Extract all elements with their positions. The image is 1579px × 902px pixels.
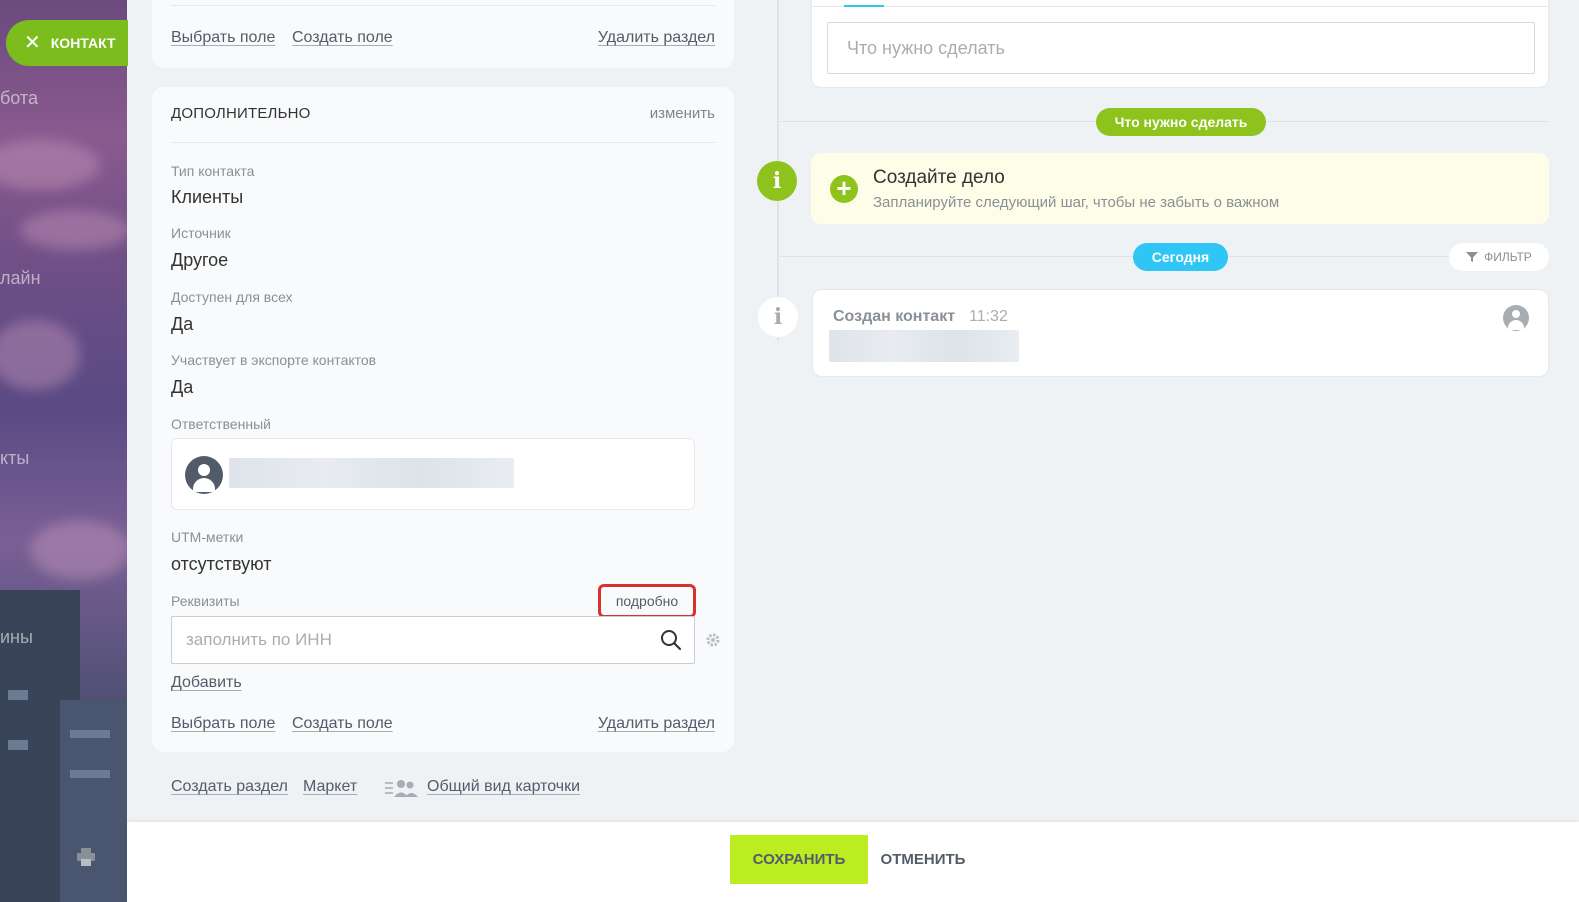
- details-button[interactable]: подробно: [598, 584, 696, 618]
- contact-button-label: КОНТАКТ: [50, 35, 116, 51]
- utm-label: UTM-метки: [171, 529, 244, 545]
- cloud-shape: [0, 140, 100, 190]
- event-title: Создан контакт: [833, 308, 956, 325]
- utm-value: отсутствуют: [171, 554, 272, 574]
- sidebar-fragment[interactable]: кты: [0, 448, 29, 469]
- blurred-contact-name: [829, 330, 1019, 362]
- card-view-icon[interactable]: [385, 779, 419, 799]
- save-button[interactable]: СОХРАНИТЬ: [730, 835, 868, 884]
- background-strip: бота лайн кты ины: [0, 0, 127, 902]
- sidebar-fragment[interactable]: бота: [0, 88, 38, 109]
- field-label: Источник: [171, 225, 231, 241]
- field-label: Доступен для всех: [171, 289, 293, 305]
- active-tab-indicator: [844, 5, 884, 7]
- delete-section-link[interactable]: Удалить раздел: [598, 29, 715, 47]
- divider: [171, 142, 715, 143]
- field-value: Да: [171, 314, 194, 334]
- add-requisite-link[interactable]: Добавить: [171, 674, 242, 692]
- window-shape: [70, 730, 110, 738]
- event-time: 11:32: [969, 308, 1008, 325]
- section-title: ДОПОЛНИТЕЛЬНО: [171, 105, 311, 122]
- create-task-title: Создайте дело: [873, 167, 1005, 188]
- filter-label: ФИЛЬТР: [1484, 250, 1532, 264]
- blurred-name: [229, 458, 514, 488]
- create-task-subtitle: Запланируйте следующий шаг, чтобы не заб…: [873, 194, 1280, 211]
- cancel-button[interactable]: ОТМЕНИТЬ: [877, 835, 969, 884]
- gear-icon[interactable]: [705, 632, 721, 648]
- window-shape: [8, 740, 28, 750]
- field-label: Тип контакта: [171, 163, 255, 179]
- divider: [171, 5, 715, 6]
- timeline-event: Создан контакт 11:32: [812, 289, 1549, 377]
- task-input[interactable]: [828, 23, 1534, 73]
- field-value: Клиенты: [171, 187, 244, 207]
- close-contact-button[interactable]: ✕ КОНТАКТ: [6, 20, 128, 66]
- responsible-label: Ответственный: [171, 416, 271, 432]
- requisites-label: Реквизиты: [171, 593, 240, 609]
- divider: [812, 6, 1548, 7]
- task-input-wrapper: [827, 22, 1535, 74]
- timeline-divider: [779, 256, 1449, 257]
- delete-section-link[interactable]: Удалить раздел: [598, 715, 715, 733]
- sidebar-fragment[interactable]: ины: [0, 627, 33, 648]
- info-icon: i: [758, 297, 798, 337]
- todo-pill: Что нужно сделать: [1096, 108, 1266, 136]
- avatar: [185, 456, 223, 494]
- search-icon[interactable]: [660, 629, 682, 651]
- edit-section-link[interactable]: изменить: [650, 105, 715, 122]
- market-link[interactable]: Маркет: [303, 778, 357, 796]
- user-icon[interactable]: [1503, 305, 1529, 331]
- filter-icon: [1466, 252, 1479, 262]
- footer-bar: СОХРАНИТЬ ОТМЕНИТЬ: [127, 822, 1579, 902]
- info-icon: i: [757, 161, 797, 201]
- sidebar-fragment[interactable]: лайн: [0, 268, 41, 289]
- select-field-link[interactable]: Выбрать поле: [171, 29, 275, 47]
- create-field-link[interactable]: Создать поле: [292, 715, 393, 733]
- field-label: Участвует в экспорте контактов: [171, 352, 377, 368]
- cloud-shape: [0, 320, 80, 390]
- create-section-link[interactable]: Создать раздел: [171, 778, 288, 796]
- task-editor: [811, 0, 1549, 88]
- card-view-link[interactable]: Общий вид карточки: [427, 778, 580, 796]
- create-field-link[interactable]: Создать поле: [292, 29, 393, 47]
- print-icon[interactable]: [76, 847, 96, 867]
- window-shape: [8, 690, 28, 700]
- section-card-additional: ДОПОЛНИТЕЛЬНО изменить Тип контакта Клие…: [152, 87, 734, 752]
- select-field-link[interactable]: Выбрать поле: [171, 715, 275, 733]
- responsible-user[interactable]: [171, 438, 695, 510]
- cloud-shape: [20, 210, 127, 250]
- filter-button[interactable]: ФИЛЬТР: [1449, 243, 1549, 271]
- section-card-top: Выбрать поле Создать поле Удалить раздел: [152, 0, 734, 68]
- inn-search-input[interactable]: [172, 617, 632, 663]
- plus-icon[interactable]: +: [830, 175, 858, 203]
- field-value: Да: [171, 377, 194, 397]
- cloud-shape: [30, 520, 127, 580]
- window-shape: [70, 770, 110, 778]
- close-icon: ✕: [24, 32, 41, 54]
- today-pill: Сегодня: [1133, 243, 1228, 271]
- field-value: Другое: [171, 250, 229, 270]
- create-task-prompt[interactable]: + Создайте дело Запланируйте следующий ш…: [811, 153, 1549, 224]
- inn-input-wrapper: [171, 616, 695, 664]
